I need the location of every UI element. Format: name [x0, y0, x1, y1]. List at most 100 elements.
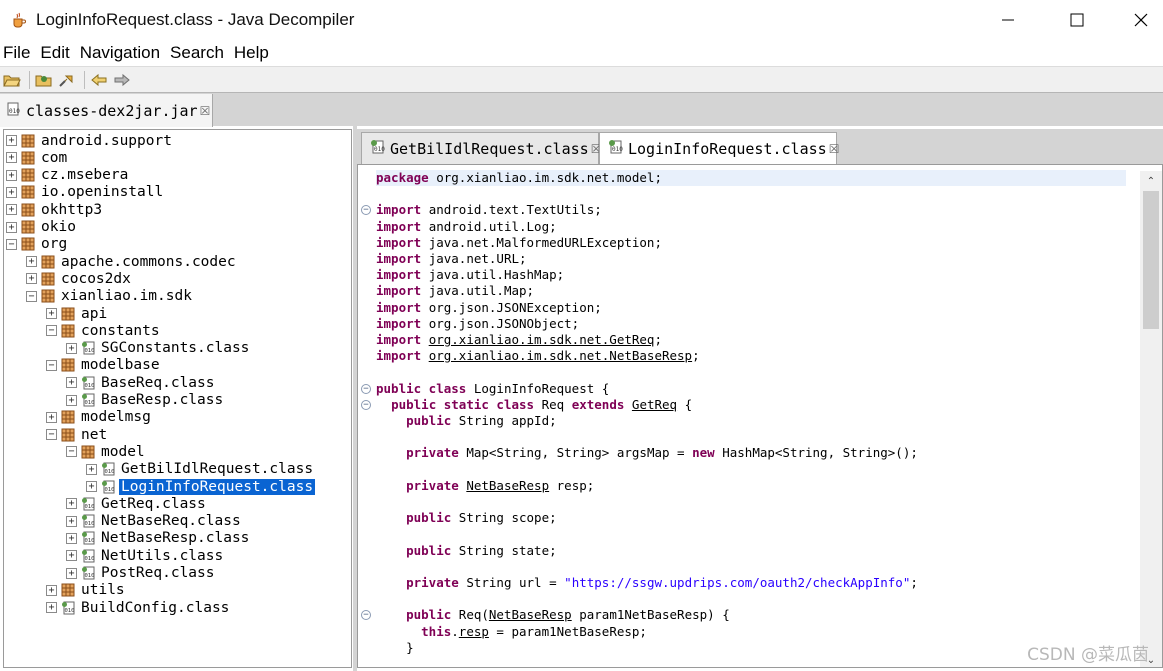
open-file-icon[interactable]	[2, 70, 22, 90]
tree-class-item[interactable]: +010 NetUtils.class	[66, 547, 225, 564]
tree-package-item[interactable]: − constants	[46, 322, 162, 339]
tree-package-item[interactable]: − net	[46, 426, 109, 443]
maximize-button[interactable]	[1046, 0, 1108, 40]
tree-package-item[interactable]: + modelmsg	[46, 409, 153, 426]
forward-icon[interactable]	[112, 70, 132, 90]
class-file-icon: 010	[81, 549, 95, 563]
scroll-thumb[interactable]	[1143, 191, 1159, 329]
package-tree[interactable]: + android.support + com + cz.msebera + io.openi…	[3, 129, 352, 668]
tree-class-item[interactable]: +010 GetReq.class	[66, 495, 208, 512]
tree-class-item[interactable]: +010 PostReq.class	[66, 565, 217, 582]
tree-package-item[interactable]: + cz.msebera	[6, 167, 130, 184]
fold-toggle-icon[interactable]: −	[361, 399, 371, 410]
fold-toggle-icon[interactable]: −	[361, 205, 371, 216]
source-code-view[interactable]: ⌃ ⌄ package org.xianliao.im.sdk.net.mode…	[357, 164, 1163, 668]
menu-search[interactable]: Search	[170, 43, 234, 63]
code-type-link[interactable]: org.xianliao.im.sdk.net.GetReq	[429, 332, 655, 347]
back-icon[interactable]	[89, 70, 109, 90]
tree-class-item[interactable]: +010 BuildConfig.class	[46, 599, 231, 616]
expand-icon[interactable]: +	[46, 308, 57, 319]
collapse-icon[interactable]: −	[66, 446, 77, 458]
tree-class-item[interactable]: +010 BaseReq.class	[66, 374, 217, 391]
tree-class-item[interactable]: +010 BaseResp.class	[66, 392, 225, 409]
expand-icon[interactable]: +	[6, 152, 17, 164]
expand-icon[interactable]: +	[86, 463, 97, 475]
tree-package-item[interactable]: + cocos2dx	[26, 270, 133, 287]
code-type-link[interactable]: NetBaseResp	[466, 478, 549, 493]
tree-package-item[interactable]: + android.support	[6, 132, 174, 149]
close-tab-icon[interactable]: ☒	[200, 104, 211, 118]
code-text: Req(	[458, 607, 489, 623]
expand-icon[interactable]: +	[66, 394, 77, 406]
tree-class-item[interactable]: +010 GetBilIdlRequest.class	[86, 461, 315, 478]
tree-class-item[interactable]: +010 NetBaseResp.class	[66, 530, 251, 547]
tree-package-item[interactable]: − modelbase	[46, 357, 162, 374]
expand-icon[interactable]: +	[66, 550, 77, 562]
menu-edit[interactable]: Edit	[40, 43, 79, 63]
collapse-icon[interactable]: −	[46, 359, 57, 371]
expand-icon[interactable]: +	[6, 221, 17, 233]
menu-file[interactable]: File	[3, 43, 40, 63]
minimize-button[interactable]	[977, 0, 1039, 40]
tree-package-item[interactable]: + com	[6, 149, 69, 166]
expand-icon[interactable]: +	[66, 515, 77, 527]
open-type-icon[interactable]	[34, 70, 54, 90]
code-type-link[interactable]: resp	[459, 624, 489, 639]
tree-package-item[interactable]: + utils	[46, 582, 127, 599]
fold-toggle-icon[interactable]: −	[361, 610, 371, 621]
tree-class-item[interactable]: +010 SGConstants.class	[66, 340, 251, 357]
tree-item-label: cocos2dx	[61, 270, 131, 287]
tab-logininforequest[interactable]: 010 LoginInfoRequest.class ☒	[599, 132, 840, 164]
expand-icon[interactable]: +	[6, 135, 17, 146]
tab-getbilidlrequest[interactable]: 010 GetBilIdlRequest.class ☒	[361, 132, 601, 164]
tree-package-item[interactable]: + apache.commons.codec	[26, 253, 238, 270]
tree-package-item[interactable]: − org	[6, 236, 69, 253]
tab-classes-dex2jar[interactable]: 010 classes-dex2jar.jar ☒	[0, 94, 213, 127]
expand-icon[interactable]: +	[6, 186, 17, 198]
class-file-icon: 010	[370, 139, 386, 159]
tree-package-item[interactable]: − model	[66, 443, 147, 460]
expand-icon[interactable]: +	[46, 411, 57, 423]
package-icon	[61, 410, 75, 424]
expand-icon[interactable]: +	[66, 567, 77, 579]
search-icon[interactable]	[57, 70, 77, 90]
expand-icon[interactable]: +	[46, 602, 57, 614]
collapse-icon[interactable]: −	[26, 290, 37, 302]
expand-icon[interactable]: +	[26, 256, 37, 268]
fold-toggle-icon[interactable]: −	[361, 383, 371, 394]
collapse-icon[interactable]: −	[6, 238, 17, 250]
vertical-scrollbar[interactable]: ⌃ ⌄	[1140, 171, 1162, 667]
expand-icon[interactable]: +	[66, 498, 77, 510]
expand-icon[interactable]: +	[6, 169, 17, 181]
expand-icon[interactable]: +	[6, 204, 17, 216]
code-text: org.json.JSONException;	[428, 299, 602, 315]
tree-item-label: io.openinstall	[41, 184, 164, 201]
svg-text:010: 010	[612, 146, 623, 153]
menu-help[interactable]: Help	[234, 43, 279, 63]
code-line: import org.json.JSONObject;	[376, 316, 579, 332]
tree-package-item[interactable]: + api	[46, 305, 109, 322]
tree-class-item[interactable]: +010 NetBaseReq.class	[66, 513, 243, 530]
expand-icon[interactable]: +	[86, 481, 97, 492]
scroll-up-icon[interactable]: ⌃	[1140, 173, 1162, 190]
toolbar	[0, 66, 1163, 92]
tree-package-item[interactable]: + io.openinstall	[6, 184, 165, 201]
tree-class-item[interactable]: +010 LoginInfoRequest.class	[86, 478, 316, 495]
close-tab-icon[interactable]: ☒	[829, 142, 840, 156]
collapse-icon[interactable]: −	[46, 429, 57, 441]
tree-package-item[interactable]: + okhttp3	[6, 201, 104, 218]
code-type-link[interactable]: org.xianliao.im.sdk.net.NetBaseResp	[429, 348, 692, 363]
expand-icon[interactable]: +	[66, 342, 77, 354]
tree-package-item[interactable]: − xianliao.im.sdk	[26, 288, 194, 305]
expand-icon[interactable]: +	[66, 377, 77, 389]
tree-package-item[interactable]: + okio	[6, 219, 78, 236]
code-type-link[interactable]: NetBaseResp	[489, 607, 572, 622]
expand-icon[interactable]: +	[26, 273, 37, 285]
code-type-link[interactable]: GetReq	[632, 397, 677, 412]
menu-navigation[interactable]: Navigation	[80, 43, 170, 63]
expand-icon[interactable]: +	[66, 532, 77, 544]
tree-item-label: GetBilIdlRequest.class	[121, 461, 314, 478]
close-button[interactable]	[1110, 0, 1163, 40]
collapse-icon[interactable]: −	[46, 325, 57, 337]
expand-icon[interactable]: +	[46, 584, 57, 596]
